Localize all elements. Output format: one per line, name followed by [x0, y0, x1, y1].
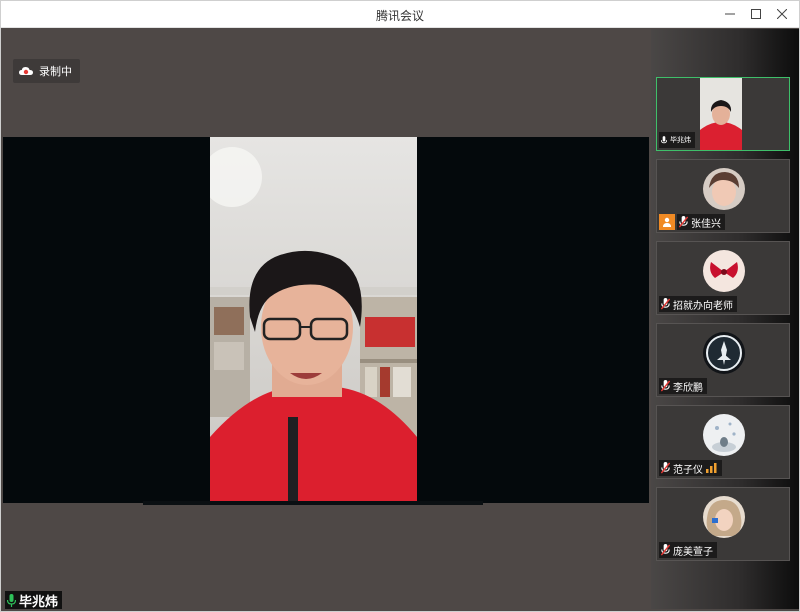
meeting-window: 腾讯会议 录制中 毕兆炜 毕兆炜 张佳兴 招就办向老师 李欣鹏 范子仪 庞美萱子: [0, 0, 800, 612]
participant-label: 范子仪: [659, 460, 722, 476]
minimize-icon: [725, 13, 735, 15]
avatar: [703, 332, 745, 374]
recording-icon: [19, 67, 33, 75]
speaker-video-image: [210, 137, 417, 503]
participant-label: 招就办向老师: [659, 296, 737, 312]
participant-label: 李欣鹏: [659, 378, 707, 394]
participant-name: 毕兆炜: [670, 136, 691, 144]
microphone-muted-icon: [661, 462, 670, 474]
participant-name: 张佳兴: [691, 218, 721, 230]
microphone-icon: [661, 135, 667, 143]
avatar: [703, 496, 745, 538]
avatar-image: [703, 414, 745, 456]
participant-name: 李欣鹏: [673, 382, 703, 394]
main-stage: 录制中 毕兆炜: [3, 29, 649, 610]
avatar-image: [703, 496, 745, 538]
recording-indicator[interactable]: 录制中: [13, 59, 80, 83]
avatar-image: [703, 250, 745, 292]
participant-video-thumbnail: [700, 78, 742, 150]
participant-tile[interactable]: 毕兆炜: [656, 77, 790, 151]
person-icon: [663, 217, 671, 227]
maximize-icon: [751, 9, 761, 19]
avatar: [703, 414, 745, 456]
participant-tile[interactable]: 李欣鹏: [656, 323, 790, 397]
avatar-image: [703, 332, 745, 374]
participant-name: 庞美萱子: [673, 546, 713, 558]
microphone-muted-icon: [661, 380, 670, 392]
maximize-button[interactable]: [745, 5, 767, 23]
participant-name: 招就办向老师: [673, 300, 733, 312]
title-bar: 腾讯会议: [1, 1, 799, 28]
avatar: [703, 168, 745, 210]
recording-label: 录制中: [39, 65, 72, 78]
host-badge: [659, 214, 675, 230]
screen-share-strip: [143, 501, 483, 505]
close-icon: [777, 9, 787, 19]
signal-strength-icon: [706, 463, 717, 473]
microphone-muted-icon: [661, 544, 670, 556]
avatar: [703, 250, 745, 292]
participant-tile[interactable]: 张佳兴: [656, 159, 790, 233]
participant-tile[interactable]: 招就办向老师: [656, 241, 790, 315]
participant-label: 庞美萱子: [659, 542, 717, 558]
participant-tile[interactable]: 范子仪: [656, 405, 790, 479]
microphone-muted-icon: [661, 298, 670, 310]
close-button[interactable]: [771, 5, 793, 23]
main-video[interactable]: [210, 137, 417, 503]
microphone-icon: [7, 593, 16, 607]
main-speaker-label: 毕兆炜: [5, 591, 63, 610]
main-speaker-name: 毕兆炜: [19, 594, 59, 610]
participant-list: 毕兆炜 张佳兴 招就办向老师 李欣鹏 范子仪 庞美萱子: [651, 29, 799, 609]
participant-label: 张佳兴: [677, 214, 725, 230]
minimize-button[interactable]: [719, 5, 741, 23]
participant-label: 毕兆炜: [659, 132, 695, 148]
participant-name: 范子仪: [673, 464, 703, 476]
window-title: 腾讯会议: [375, 9, 424, 23]
microphone-muted-icon: [679, 216, 688, 228]
avatar-image: [703, 168, 745, 210]
participant-tile[interactable]: 庞美萱子: [656, 487, 790, 561]
